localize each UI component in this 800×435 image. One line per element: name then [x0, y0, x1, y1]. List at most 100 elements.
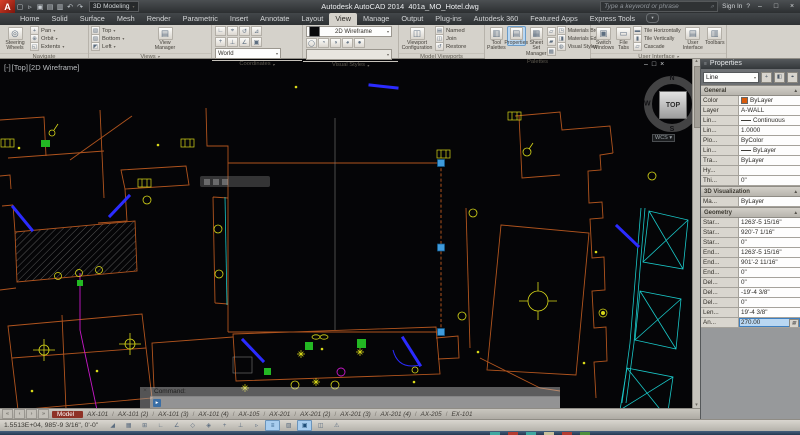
property-value[interactable]: -19'-4 3/8"▦ — [739, 288, 800, 297]
panel-label-model-viewports[interactable]: Model Viewports — [399, 53, 484, 60]
window-maximize-button[interactable]: □ — [770, 3, 782, 10]
chevron-down-icon[interactable]: ▾ — [62, 44, 64, 49]
view-preset-button[interactable]: ▧ Top ▾ — [91, 27, 147, 34]
status-toggle-3d-object-snap[interactable]: ◈ — [201, 420, 216, 431]
property-value[interactable]: 0"▦ — [739, 176, 800, 185]
panel-label-coordinates[interactable]: Coordinates▾ — [212, 60, 302, 67]
property-row[interactable]: Ma... ByLayer▦ — [701, 197, 800, 207]
status-toggle-polar-tracking[interactable]: ∠ — [169, 420, 184, 431]
property-row[interactable]: Len... 19'-4 3/8"▦ — [701, 308, 800, 318]
viewcube-south[interactable]: S — [670, 126, 675, 133]
property-value[interactable]: ByColor▦ — [739, 136, 800, 145]
status-toggle-dynamic-input[interactable]: ▹ — [249, 420, 264, 431]
qat-button-redo[interactable]: ↷ — [75, 3, 85, 11]
palette-tool-button-quick-select[interactable]: ⌖ — [787, 72, 798, 83]
panel-label-views[interactable]: Views▾ — [89, 53, 211, 60]
property-value[interactable]: ByLayer▦ — [739, 197, 800, 206]
qat-button-plot[interactable]: ▥ — [55, 3, 65, 11]
visual-style-button-realistic[interactable]: ◕ — [342, 38, 353, 48]
viewport-button[interactable]: ▤ Named — [435, 27, 466, 34]
ribbon-collapse-button[interactable]: ▾ — [646, 13, 659, 23]
property-value[interactable]: 1263'-5 15/16"▦ — [739, 248, 800, 257]
property-row[interactable]: Del... -19'-4 3/8"▦ — [701, 288, 800, 298]
workspace-dropdown[interactable]: 3D Modeling ▾ — [89, 1, 139, 12]
chevron-down-icon[interactable]: ▾ — [122, 36, 124, 41]
palette-tool-button-toggle-pickadd[interactable]: + — [761, 72, 772, 83]
status-toggle-ortho-mode[interactable]: ∟ — [153, 420, 168, 431]
property-value[interactable]: 270.00▦ — [739, 318, 800, 327]
property-value[interactable]: 1.0000▦ — [739, 126, 800, 135]
toolbars-button[interactable]: ▥ Toolbars — [705, 26, 725, 46]
status-toggle-lineweight[interactable]: ≡ — [265, 420, 280, 431]
taskbar-app-app-2[interactable] — [508, 432, 518, 435]
property-row[interactable]: Plo... ByColor▦ — [701, 136, 800, 146]
layout-tab[interactable]: EX-101 — [449, 411, 478, 418]
status-toggle-selection-cycling[interactable]: ◫ — [313, 420, 328, 431]
window-minimize-button[interactable]: – — [754, 3, 766, 10]
status-toggle-object-snap[interactable]: ◇ — [185, 420, 200, 431]
property-value[interactable]: A-WALL▦ — [739, 106, 800, 115]
collapse-icon[interactable]: ▴ — [794, 189, 797, 195]
sign-in-button[interactable]: Sign In — [722, 3, 742, 10]
qat-button-new[interactable]: ▢ — [15, 3, 25, 11]
property-row[interactable]: End... 1263'-5 15/16"▦ — [701, 248, 800, 258]
layout-tab[interactable]: AX-101 (4) — [196, 411, 236, 418]
palette-mini-button-mini-1[interactable]: ▱ — [547, 27, 556, 36]
layout-tab[interactable]: AX-101 — [85, 411, 116, 418]
layout-tab[interactable]: AX-201 (3) — [338, 411, 378, 418]
property-value[interactable]: 0"▦ — [739, 238, 800, 247]
drawing-canvas[interactable]: [-] [Top] [2D Wireframe] – □ × N E S W T… — [0, 58, 692, 408]
viewcube-top-face[interactable]: TOP — [659, 91, 687, 119]
qat-button-open[interactable]: ▹ — [25, 3, 35, 11]
ribbon-tab[interactable]: Render — [141, 13, 177, 25]
palette-button[interactable]: ▦ Sheet Set Manager — [527, 26, 546, 57]
chevron-down-icon[interactable]: ▾ — [56, 36, 58, 41]
layout-tab[interactable]: AX-101 (3) — [156, 411, 196, 418]
ribbon-tab[interactable]: Layout — [295, 13, 329, 25]
layout-tab[interactable]: AX-205 — [419, 411, 450, 418]
status-toggle-quick-properties[interactable]: ▣ — [297, 420, 312, 431]
property-row[interactable]: Hy... ▦ — [701, 166, 800, 176]
layout-tab[interactable]: AX-105 — [237, 411, 268, 418]
ucs-button-ucs-z-axis[interactable]: ⊥ — [227, 37, 238, 47]
collapse-icon[interactable]: ▴ — [794, 210, 797, 216]
ucs-button-ucs-world[interactable]: ⌖ — [227, 26, 238, 36]
property-row[interactable]: Lin... ByLayer▦ — [701, 146, 800, 156]
panel-label-user-interface[interactable]: User Interface▾ — [591, 53, 726, 60]
property-value[interactable]: 920'-7 1/16"▦ — [739, 228, 800, 237]
command-line-window[interactable]: × Command: ▸ — [140, 387, 560, 408]
ribbon-tab[interactable]: Mesh — [111, 13, 141, 25]
property-value[interactable]: 0"▦ — [739, 268, 800, 277]
panel-label-visual-styles[interactable]: Visual Styles▾ — [303, 61, 398, 68]
ribbon-tab[interactable]: Autodesk 360 — [468, 13, 525, 25]
property-value[interactable]: 1263'-5 15/16"▦ — [739, 218, 800, 227]
object-type-dropdown[interactable]: Line ▾ — [703, 72, 759, 83]
ribbon-tab[interactable]: Parametric — [177, 13, 224, 25]
help-icon[interactable]: ? — [746, 3, 750, 10]
viewcube-west[interactable]: W — [644, 101, 651, 108]
ribbon-tab[interactable]: View — [329, 13, 357, 25]
property-value[interactable]: ▦ — [739, 166, 800, 175]
ribbon-tab[interactable]: Plug-ins — [429, 13, 467, 25]
status-toggle-dynamic-ucs[interactable]: ⊥ — [233, 420, 248, 431]
property-row[interactable]: Star... 1263'-5 15/16"▦ — [701, 218, 800, 228]
window-close-button[interactable]: × — [786, 3, 798, 10]
property-value[interactable]: Continuous▦ — [739, 116, 800, 125]
layout-tab[interactable]: AX-201 (4) — [378, 411, 418, 418]
ribbon-button[interactable]: + Pan ▾ — [30, 27, 64, 34]
visual-style-dropdown[interactable]: 2D Wireframe ▾ — [306, 26, 392, 37]
section-header-geometry[interactable]: Geometry ▴ — [701, 207, 800, 218]
taskbar-app-app-6[interactable] — [580, 432, 590, 435]
layout-nav-button[interactable]: ‹ — [14, 409, 25, 419]
drawing-close-button[interactable]: × — [660, 61, 664, 68]
wcs-dropdown[interactable]: WCS ▾ — [652, 134, 675, 142]
property-row[interactable]: An... 270.00▦ — [701, 318, 800, 328]
property-value[interactable]: 0"▦ — [739, 278, 800, 287]
palette-tool-button-select-objects[interactable]: ◧ — [774, 72, 785, 83]
status-toggle-grid-display[interactable]: ⊞ — [137, 420, 152, 431]
command-input[interactable]: ▸ — [150, 396, 560, 408]
viewport-view-control[interactable]: [Top] — [12, 63, 28, 72]
viewcube[interactable]: N E S W TOP — [644, 76, 692, 132]
property-value[interactable]: ByLayer▦ — [739, 146, 800, 155]
view-preset-button[interactable]: ◩ Left ▾ — [91, 43, 147, 50]
